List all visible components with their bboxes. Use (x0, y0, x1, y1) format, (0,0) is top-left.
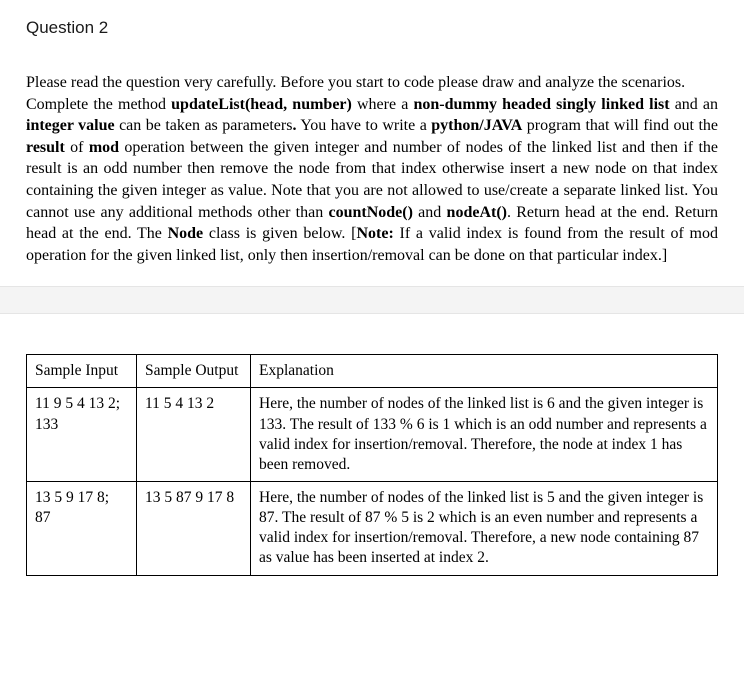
cell-explanation: Here, the number of nodes of the linked … (251, 482, 718, 576)
header-sample-output: Sample Output (137, 355, 251, 388)
body-paragraph: Complete the method updateList(head, num… (26, 94, 718, 267)
cell-output: 13 5 87 9 17 8 (137, 482, 251, 576)
table-header-row: Sample Input Sample Output Explanation (27, 355, 718, 388)
table-row: 13 5 9 17 8; 87 13 5 87 9 17 8 Here, the… (27, 482, 718, 576)
cell-input: 11 9 5 4 13 2; 133 (27, 388, 137, 482)
intro-paragraph: Please read the question very carefully.… (26, 72, 718, 94)
header-sample-input: Sample Input (27, 355, 137, 388)
cell-input: 13 5 9 17 8; 87 (27, 482, 137, 576)
section-divider (0, 286, 744, 314)
table-row: 11 9 5 4 13 2; 133 11 5 4 13 2 Here, the… (27, 388, 718, 482)
cell-explanation: Here, the number of nodes of the linked … (251, 388, 718, 482)
question-title: Question 2 (26, 18, 718, 38)
cell-output: 11 5 4 13 2 (137, 388, 251, 482)
sample-table: Sample Input Sample Output Explanation 1… (26, 354, 718, 575)
header-explanation: Explanation (251, 355, 718, 388)
